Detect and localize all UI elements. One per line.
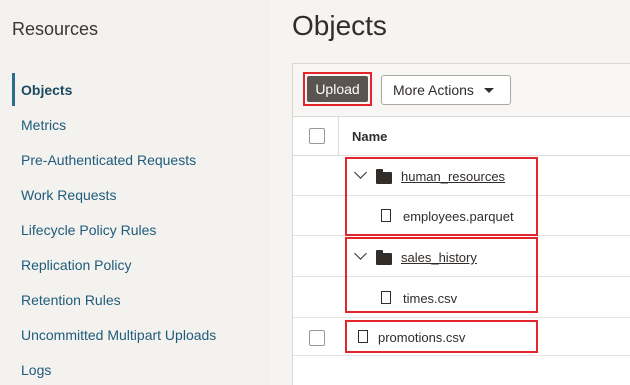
objects-toolbar: Upload More Actions	[293, 64, 630, 117]
row-checkbox[interactable]	[309, 330, 325, 346]
sidebar-item-objects[interactable]: Objects	[12, 72, 262, 107]
sidebar-item-metrics[interactable]: Metrics	[12, 107, 262, 142]
column-header-name[interactable]: Name	[352, 129, 387, 144]
sidebar-item-retention-rules[interactable]: Retention Rules	[12, 282, 262, 317]
highlight-box	[345, 237, 538, 313]
page-title: Objects	[292, 10, 387, 41]
sidebar-item-work-requests[interactable]: Work Requests	[12, 177, 262, 212]
upload-button[interactable]: Upload	[307, 76, 368, 102]
resources-sidebar: Resources Objects Metrics Pre-Authentica…	[0, 0, 270, 385]
table-header: Name	[293, 117, 630, 156]
more-actions-label: More Actions	[393, 82, 474, 98]
sidebar-item-uncommitted-multipart-uploads[interactable]: Uncommitted Multipart Uploads	[12, 317, 262, 352]
sidebar-item-logs[interactable]: Logs	[12, 352, 262, 385]
upload-button-highlight: Upload	[303, 72, 372, 106]
sidebar-item-lifecycle-policy-rules[interactable]: Lifecycle Policy Rules	[12, 212, 262, 247]
column-divider	[338, 117, 339, 156]
sidebar-item-replication-policy[interactable]: Replication Policy	[12, 247, 262, 282]
highlight-box	[345, 157, 538, 236]
resources-nav: Objects Metrics Pre-Authenticated Reques…	[12, 72, 262, 385]
highlight-box	[345, 320, 538, 353]
select-all-checkbox[interactable]	[309, 128, 325, 144]
caret-down-icon	[483, 87, 494, 93]
sidebar-item-pre-authenticated-requests[interactable]: Pre-Authenticated Requests	[12, 142, 262, 177]
objects-panel: Upload More Actions Name human_resources…	[292, 63, 630, 385]
sidebar-title: Resources	[12, 19, 99, 39]
more-actions-button[interactable]: More Actions	[381, 75, 511, 105]
